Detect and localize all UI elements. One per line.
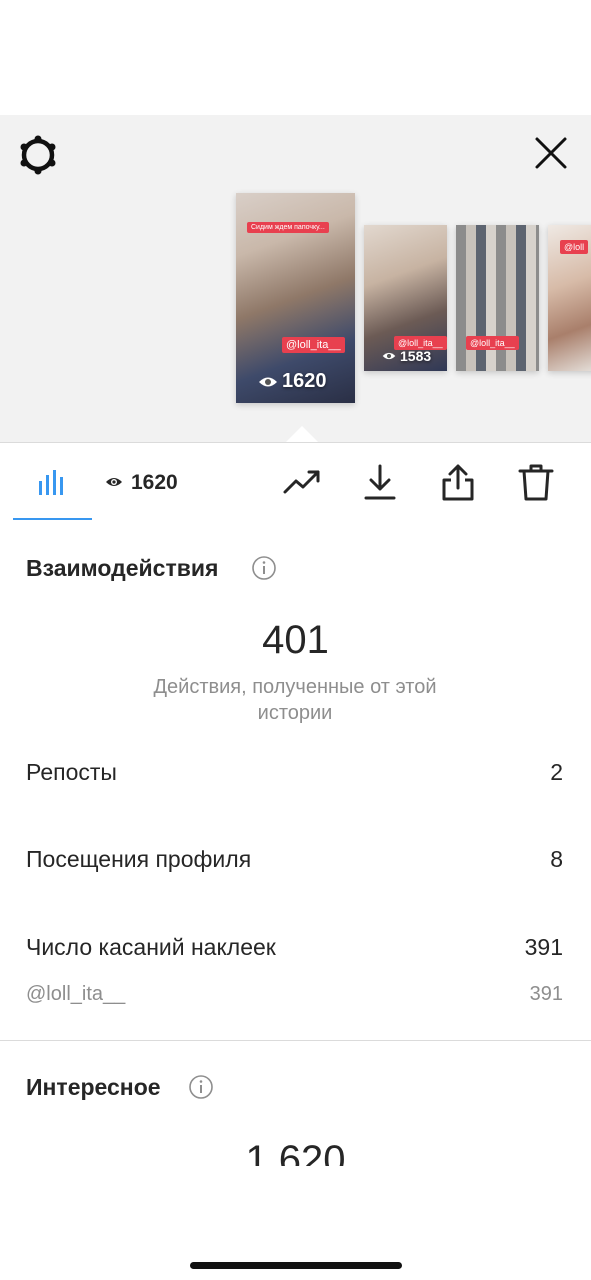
story-caption: Сидим ждем папочку... [247, 222, 329, 233]
eye-icon [259, 377, 277, 386]
share-icon[interactable] [438, 462, 478, 502]
section-title-interactions: Взаимодействия [26, 555, 219, 581]
info-icon[interactable] [251, 555, 277, 581]
active-tab-indicator [13, 518, 92, 520]
home-indicator[interactable] [190, 1262, 402, 1269]
section-divider [0, 1040, 591, 1041]
interactions-total: 401 [262, 618, 329, 662]
delete-icon[interactable] [516, 462, 556, 502]
trend-icon[interactable] [282, 462, 322, 502]
download-icon[interactable] [360, 462, 400, 502]
story-mention-tag: @loll_ita__ [466, 336, 519, 350]
metric-label-profile-visits: Посещения профиля [26, 846, 252, 872]
story-views-overlay: 1583 [382, 348, 431, 364]
interactions-subtitle: Действия, полученные от этой истории [153, 676, 437, 724]
eye-icon [382, 352, 396, 360]
story-views-count: 1583 [400, 348, 432, 364]
sticker-mention-label: @loll_ita__ [26, 983, 126, 1005]
views-count[interactable]: 1620 [131, 471, 178, 495]
metric-value-profile-visits: 8 [550, 846, 563, 872]
status-bar-area [0, 0, 591, 115]
eye-icon [106, 478, 122, 486]
story-mention-tag: @loll [560, 240, 589, 254]
story-views-overlay: 1620 [258, 370, 327, 393]
settings-icon[interactable] [17, 134, 59, 176]
metric-label-sticker-taps: Число касаний наклеек [26, 934, 276, 960]
sticker-mention-value: 391 [529, 983, 563, 1005]
selection-pointer [286, 426, 318, 442]
stats-icon[interactable] [37, 467, 67, 497]
metric-label-reposts: Репосты [26, 759, 117, 785]
info-icon[interactable] [188, 1074, 214, 1100]
metric-value-sticker-taps: 391 [524, 934, 563, 960]
story-views-count: 1620 [282, 370, 327, 392]
discovery-total: 1 620 [245, 1138, 346, 1166]
metric-value-reposts: 2 [550, 759, 563, 785]
close-icon[interactable] [532, 134, 570, 172]
section-title-discovery: Интересное [26, 1074, 161, 1100]
story-mention-tag: @loll_ita__ [282, 337, 345, 353]
